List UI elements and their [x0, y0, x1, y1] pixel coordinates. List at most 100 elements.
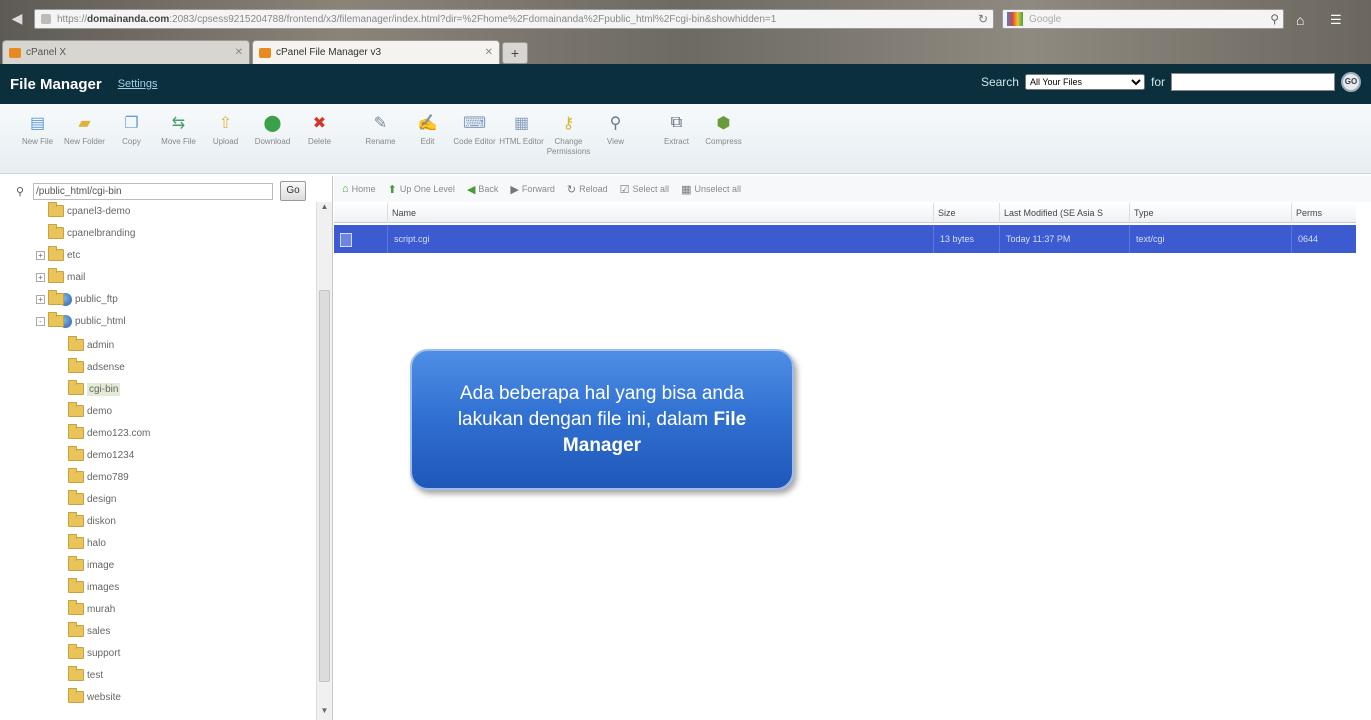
tree-item-public-ftp[interactable]: + public_ftp [36, 290, 118, 308]
up-level-icon: ⬆ [387, 183, 397, 196]
folder-icon [68, 358, 84, 373]
search-input[interactable] [1171, 73, 1335, 91]
expand-icon[interactable]: + [36, 272, 45, 282]
nav-select-all-button[interactable]: ☑ Select all [620, 183, 669, 196]
expand-icon[interactable]: + [36, 294, 45, 304]
toolbar-key-button[interactable]: ⚷ Change Permissions [545, 112, 592, 173]
url-text: https://domainanda.com:2083/cpsess921520… [57, 13, 777, 25]
collapse-icon[interactable]: - [36, 316, 45, 326]
path-bar: ⚲ Go [16, 181, 306, 201]
folder-icon [68, 666, 84, 681]
file-cell-icon [334, 225, 388, 253]
toolbar-delete-button[interactable]: ✖ Delete [296, 112, 343, 173]
tree-item-demo789[interactable]: demo789 [68, 468, 129, 486]
toolbar-code-editor-button[interactable]: ⌨ Code Editor [451, 112, 498, 173]
tree-item-design[interactable]: design [68, 490, 116, 508]
tree-item-label: mail [67, 271, 86, 283]
tree-item-public-html[interactable]: - public_html [36, 312, 126, 330]
reload-page-icon[interactable]: ↻ [973, 12, 993, 26]
close-tab-icon[interactable]: ✕ [485, 47, 493, 58]
move-file-icon: ⇆ [171, 115, 186, 132]
col-header-name[interactable]: Name [388, 202, 934, 223]
file-modified: Today 11:37 PM [1000, 225, 1130, 253]
scroll-thumb[interactable] [319, 290, 330, 682]
file-list-table: Name Size Last Modified (SE Asia S Type … [334, 202, 1356, 253]
nav-label: Forward [521, 184, 555, 194]
tree-item-admin[interactable]: admin [68, 336, 114, 354]
expand-icon[interactable]: + [36, 250, 45, 260]
tree-item-support[interactable]: support [68, 644, 120, 662]
browser-home-icon[interactable]: ⌂ [1296, 12, 1304, 28]
nav-reload-button[interactable]: ↻ Reload [567, 183, 608, 196]
search-icon[interactable]: ⚲ [1270, 12, 1279, 26]
browser-back-icon[interactable]: ◀ [6, 10, 28, 28]
tree-item-diskon[interactable]: diskon [68, 512, 116, 530]
tree-item-adsense[interactable]: adsense [68, 358, 125, 376]
toolbar-html-editor-button[interactable]: ▦ HTML Editor [498, 112, 545, 173]
toolbar-extract-button[interactable]: ⧉ Extract [653, 112, 700, 173]
col-header-size[interactable]: Size [934, 202, 1000, 223]
tree-item-demo[interactable]: demo [68, 402, 112, 420]
view-icon: ⚲ [609, 115, 622, 132]
tree-item-demo123-com[interactable]: demo123.com [68, 424, 150, 442]
tree-scrollbar[interactable]: ▲ ▼ [316, 202, 332, 720]
toolbar-upload-button[interactable]: ⇧ Upload [202, 112, 249, 173]
tree-item-cpanelbranding[interactable]: cpanelbranding [48, 224, 135, 242]
scroll-up-icon[interactable]: ▲ [317, 202, 332, 216]
toolbar-rename-button[interactable]: ✎ Rename [357, 112, 404, 173]
browser-search-box[interactable]: Google ⚲ [1002, 9, 1284, 29]
search-go-button[interactable]: GO [1341, 72, 1361, 92]
close-tab-icon[interactable]: ✕ [235, 47, 243, 58]
browser-search-placeholder: Google [1029, 13, 1062, 25]
path-input[interactable] [33, 182, 273, 200]
tree-item-demo1234[interactable]: demo1234 [68, 446, 134, 464]
file-perms[interactable]: 0644 [1292, 225, 1356, 253]
nav-back-button[interactable]: ◀ Back [467, 183, 498, 196]
nav-up-level-button[interactable]: ⬆ Up One Level [388, 183, 455, 196]
browser-tab-file-manager[interactable]: cPanel File Manager v3 ✕ [252, 40, 500, 64]
file-name[interactable]: script.cgi [388, 225, 934, 253]
col-header-type[interactable]: Type [1130, 202, 1292, 223]
tree-item-website[interactable]: website [68, 688, 121, 706]
site-info-icon[interactable] [41, 14, 51, 24]
scroll-down-icon[interactable]: ▼ [317, 706, 332, 720]
toolbar-label: New Folder [64, 137, 105, 146]
toolbar-move-file-button[interactable]: ⇆ Move File [155, 112, 202, 173]
table-row[interactable]: script.cgi 13 bytes Today 11:37 PM text/… [334, 225, 1356, 253]
nav-forward-button[interactable]: ▶ Forward [510, 183, 554, 196]
tree-item-halo[interactable]: halo [68, 534, 106, 552]
tree-item-cgi-bin[interactable]: cgi-bin [68, 380, 121, 398]
col-header-perms[interactable]: Perms [1292, 203, 1356, 223]
toolbar-label: Change Permissions [546, 137, 591, 156]
upload-icon: ⇧ [218, 115, 233, 132]
toolbar-edit-button[interactable]: ✍ Edit [404, 112, 451, 173]
tree-item-etc[interactable]: + etc [36, 246, 80, 264]
toolbar-view-button[interactable]: ⚲ View [592, 112, 639, 173]
browser-menu-icon[interactable]: ☰ [1330, 12, 1342, 28]
nav-unselect-all-button[interactable]: ▦ Unselect all [681, 183, 741, 196]
browser-tab-cpanel[interactable]: cPanel X ✕ [2, 40, 250, 64]
tree-item-label: website [87, 691, 121, 703]
tree-item-cpanel3-demo[interactable]: cpanel3-demo [48, 202, 130, 220]
new-tab-button[interactable]: + [502, 42, 528, 64]
col-header-modified[interactable]: Last Modified (SE Asia S [1000, 202, 1130, 223]
tree-item-images[interactable]: images [68, 578, 119, 596]
forward-icon: ▶ [510, 183, 519, 196]
search-scope-select[interactable]: All Your Files [1024, 74, 1145, 90]
tree-item-murah[interactable]: murah [68, 600, 115, 618]
folder-icon [48, 224, 64, 239]
tree-item-mail[interactable]: + mail [36, 268, 85, 286]
tree-item-image[interactable]: image [68, 556, 114, 574]
toolbar-new-file-button[interactable]: ▤ New File [14, 112, 61, 173]
nav-home-button[interactable]: ⌂ Home [342, 183, 376, 195]
address-bar[interactable]: https://domainanda.com:2083/cpsess921520… [34, 9, 994, 29]
toolbar-new-folder-button[interactable]: ▰ New Folder [61, 112, 108, 173]
settings-link[interactable]: Settings [118, 78, 158, 90]
toolbar-download-button[interactable]: ⬤ Download [249, 112, 296, 173]
table-header: Name Size Last Modified (SE Asia S Type … [334, 202, 1356, 223]
path-go-button[interactable]: Go [280, 181, 306, 201]
toolbar-compress-button[interactable]: ⬢ Compress [700, 112, 747, 173]
toolbar-copy-button[interactable]: ❐ Copy [108, 112, 155, 173]
tree-item-sales[interactable]: sales [68, 622, 110, 640]
tree-item-test[interactable]: test [68, 666, 103, 684]
